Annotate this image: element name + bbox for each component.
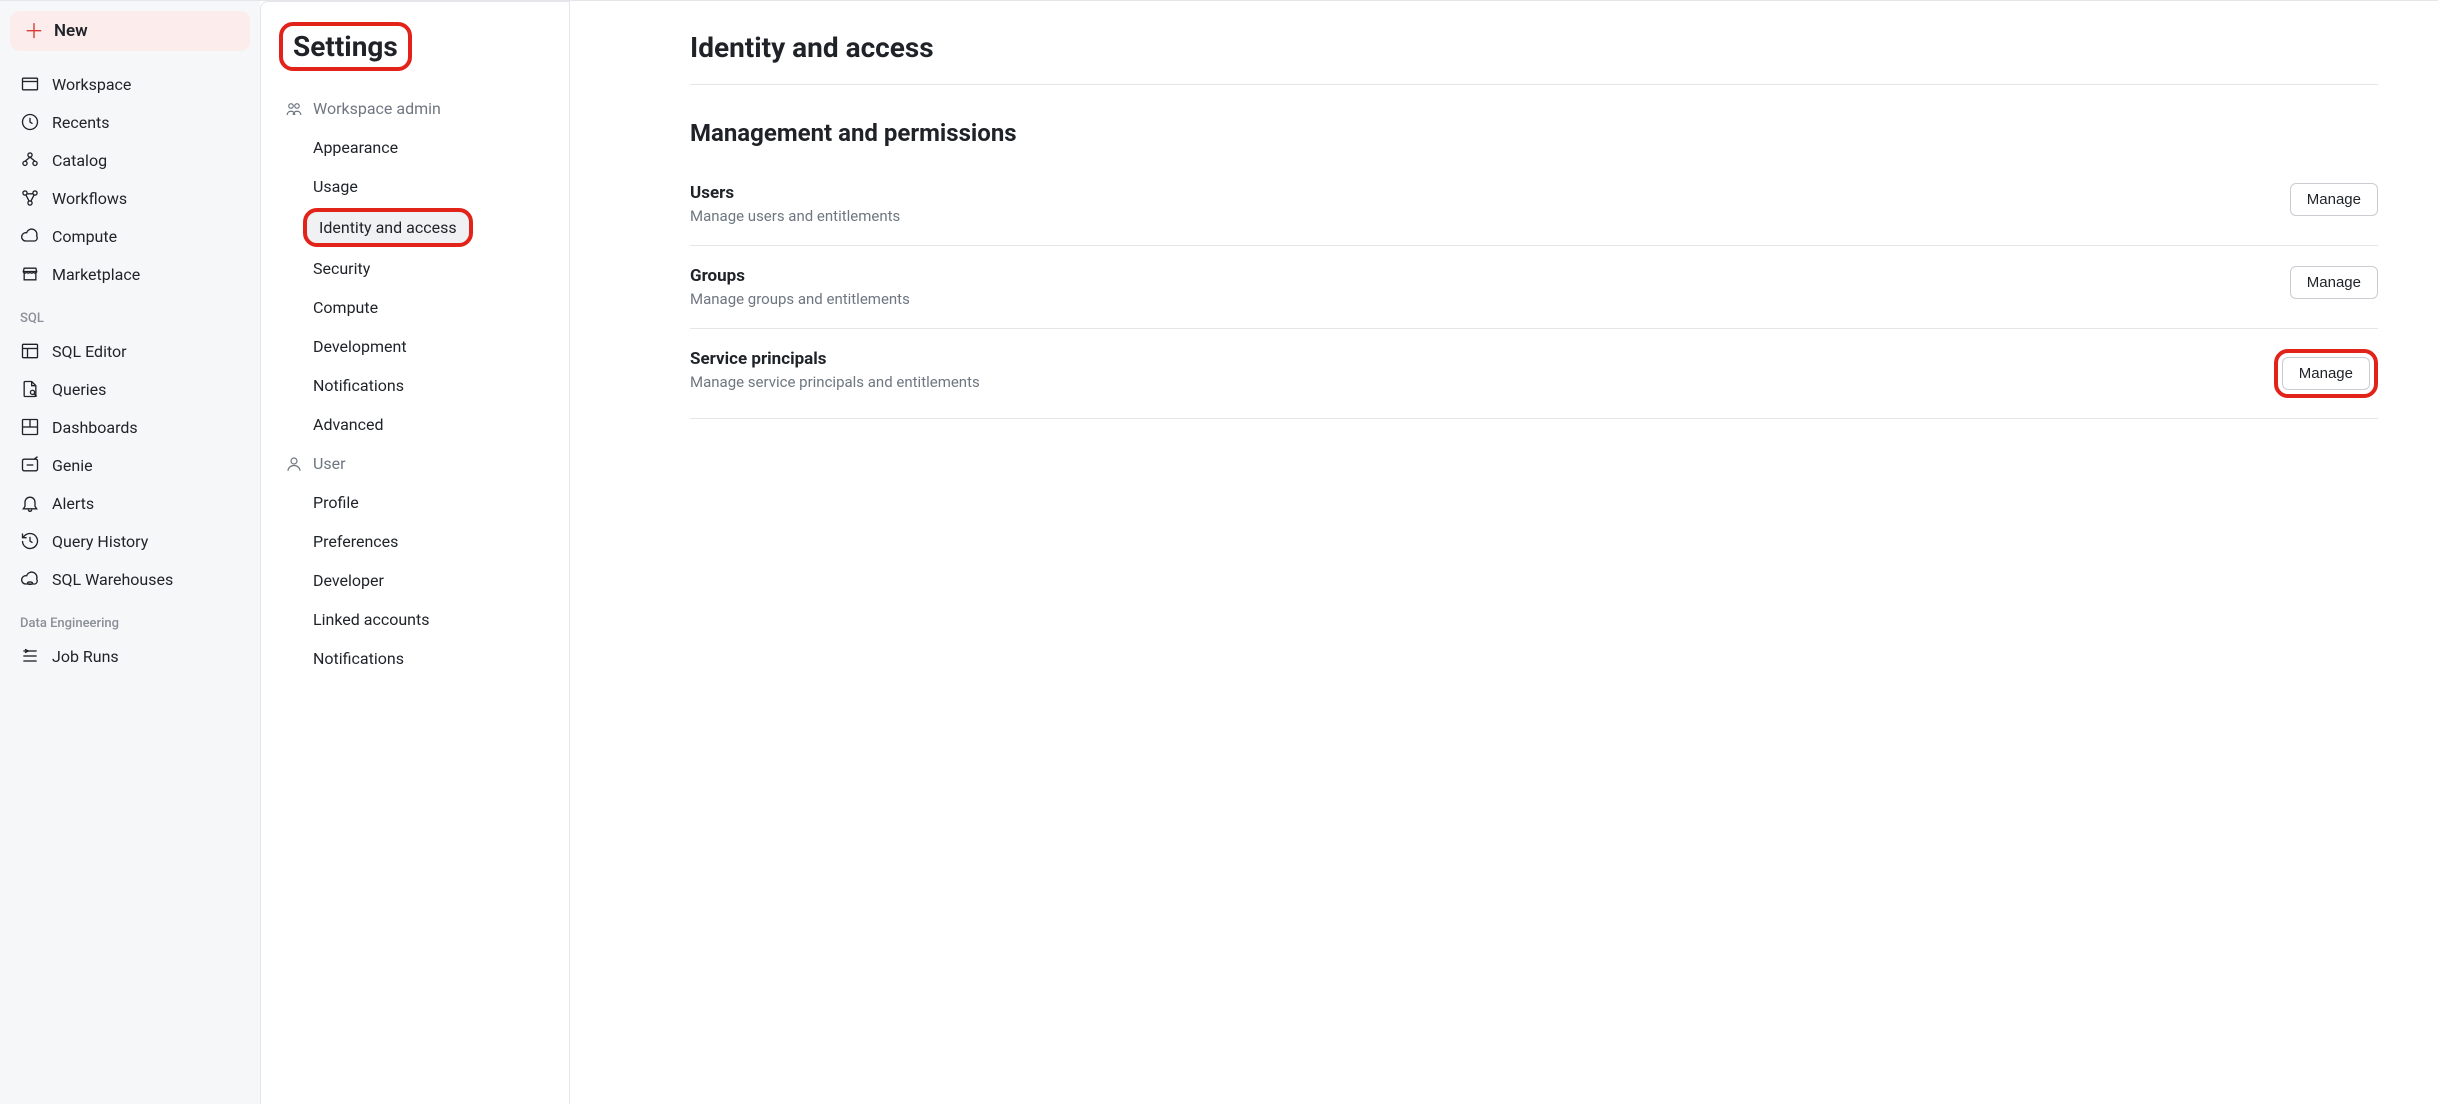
perm-info: Service principals Manage service princi…: [690, 349, 980, 391]
dashboard-icon: [20, 417, 40, 437]
plus-icon: ＋: [24, 21, 44, 41]
nav-label: Workflows: [52, 189, 127, 208]
bell-icon: [20, 493, 40, 513]
nav-dashboards[interactable]: Dashboards: [10, 408, 250, 446]
nav-label: Genie: [52, 456, 93, 475]
perm-row-users: Users Manage users and entitlements Mana…: [690, 173, 2378, 246]
main-nav: ＋ New Workspace Recents Catalog Workflow…: [0, 1, 260, 1104]
folder-icon: [20, 74, 40, 94]
settings-group-label: Workspace admin: [313, 99, 441, 118]
nav-label: Alerts: [52, 494, 94, 513]
workflows-icon: [20, 188, 40, 208]
perm-name: Service principals: [690, 349, 980, 369]
settings-item-development[interactable]: Development: [279, 327, 551, 366]
settings-item-notifications[interactable]: Notifications: [279, 366, 551, 405]
nav-label: Workspace: [52, 75, 131, 94]
catalog-icon: [20, 150, 40, 170]
nav-sql-warehouses[interactable]: SQL Warehouses: [10, 560, 250, 598]
nav-compute[interactable]: Compute: [10, 217, 250, 255]
job-runs-icon: [20, 646, 40, 666]
nav-job-runs[interactable]: Job Runs: [10, 637, 250, 675]
settings-sidebar: Settings Workspace admin Appearance Usag…: [260, 1, 570, 1104]
nav-label: Query History: [52, 532, 148, 551]
settings-title: Settings: [283, 26, 408, 67]
settings-group-workspace-admin: Workspace admin: [279, 89, 551, 128]
settings-item-security[interactable]: Security: [279, 249, 551, 288]
perm-desc: Manage service principals and entitlemen…: [690, 373, 980, 391]
nav-label: Compute: [52, 227, 117, 246]
manage-groups-button[interactable]: Manage: [2290, 266, 2378, 299]
warehouse-icon: [20, 569, 40, 589]
nav-genie[interactable]: Genie: [10, 446, 250, 484]
perm-info: Groups Manage groups and entitlements: [690, 266, 910, 308]
nav-workspace[interactable]: Workspace: [10, 65, 250, 103]
manage-users-button[interactable]: Manage: [2290, 183, 2378, 216]
settings-item-advanced[interactable]: Advanced: [279, 405, 551, 444]
sql-editor-icon: [20, 341, 40, 361]
perm-info: Users Manage users and entitlements: [690, 183, 900, 225]
new-button[interactable]: ＋ New: [10, 11, 250, 51]
perm-row-service-principals: Service principals Manage service princi…: [690, 329, 2378, 419]
settings-item-profile[interactable]: Profile: [279, 483, 551, 522]
queries-icon: [20, 379, 40, 399]
perm-name: Groups: [690, 266, 910, 286]
settings-group-label: User: [313, 454, 346, 473]
settings-item-usage[interactable]: Usage: [279, 167, 551, 206]
cloud-icon: [20, 226, 40, 246]
settings-item-appearance[interactable]: Appearance: [279, 128, 551, 167]
nav-sql-editor[interactable]: SQL Editor: [10, 332, 250, 370]
store-icon: [20, 264, 40, 284]
nav-label: Job Runs: [52, 647, 119, 666]
divider: [690, 84, 2378, 85]
nav-recents[interactable]: Recents: [10, 103, 250, 141]
nav-label: Recents: [52, 113, 110, 132]
settings-group-user: User: [279, 444, 551, 483]
new-button-label: New: [54, 21, 88, 41]
nav-label: SQL Warehouses: [52, 570, 173, 589]
history-icon: [20, 531, 40, 551]
nav-marketplace[interactable]: Marketplace: [10, 255, 250, 293]
section-heading: Management and permissions: [690, 119, 2378, 147]
settings-item-user-notifications[interactable]: Notifications: [279, 639, 551, 678]
clock-icon: [20, 112, 40, 132]
nav-workflows[interactable]: Workflows: [10, 179, 250, 217]
perm-row-groups: Groups Manage groups and entitlements Ma…: [690, 246, 2378, 329]
perm-desc: Manage users and entitlements: [690, 207, 900, 225]
admin-icon: [285, 100, 303, 118]
settings-item-developer[interactable]: Developer: [279, 561, 551, 600]
highlight-settings: Settings: [279, 22, 412, 71]
main-content: Identity and access Management and permi…: [570, 1, 2438, 1104]
nav-catalog[interactable]: Catalog: [10, 141, 250, 179]
genie-icon: [20, 455, 40, 475]
nav-queries[interactable]: Queries: [10, 370, 250, 408]
nav-label: Queries: [52, 380, 106, 399]
nav-query-history[interactable]: Query History: [10, 522, 250, 560]
nav-section-sql: SQL: [10, 293, 250, 332]
manage-service-principals-button[interactable]: Manage: [2282, 357, 2370, 390]
nav-alerts[interactable]: Alerts: [10, 484, 250, 522]
settings-item-compute[interactable]: Compute: [279, 288, 551, 327]
nav-section-de: Data Engineering: [10, 598, 250, 637]
highlight-manage-sp: Manage: [2274, 349, 2378, 398]
nav-label: Dashboards: [52, 418, 138, 437]
page-title: Identity and access: [690, 31, 2378, 64]
settings-item-preferences[interactable]: Preferences: [279, 522, 551, 561]
perm-desc: Manage groups and entitlements: [690, 290, 910, 308]
perm-name: Users: [690, 183, 900, 203]
nav-label: Marketplace: [52, 265, 140, 284]
user-icon: [285, 455, 303, 473]
settings-item-linked-accounts[interactable]: Linked accounts: [279, 600, 551, 639]
nav-label: Catalog: [52, 151, 107, 170]
settings-item-identity-access[interactable]: Identity and access: [303, 208, 473, 247]
nav-label: SQL Editor: [52, 342, 127, 361]
